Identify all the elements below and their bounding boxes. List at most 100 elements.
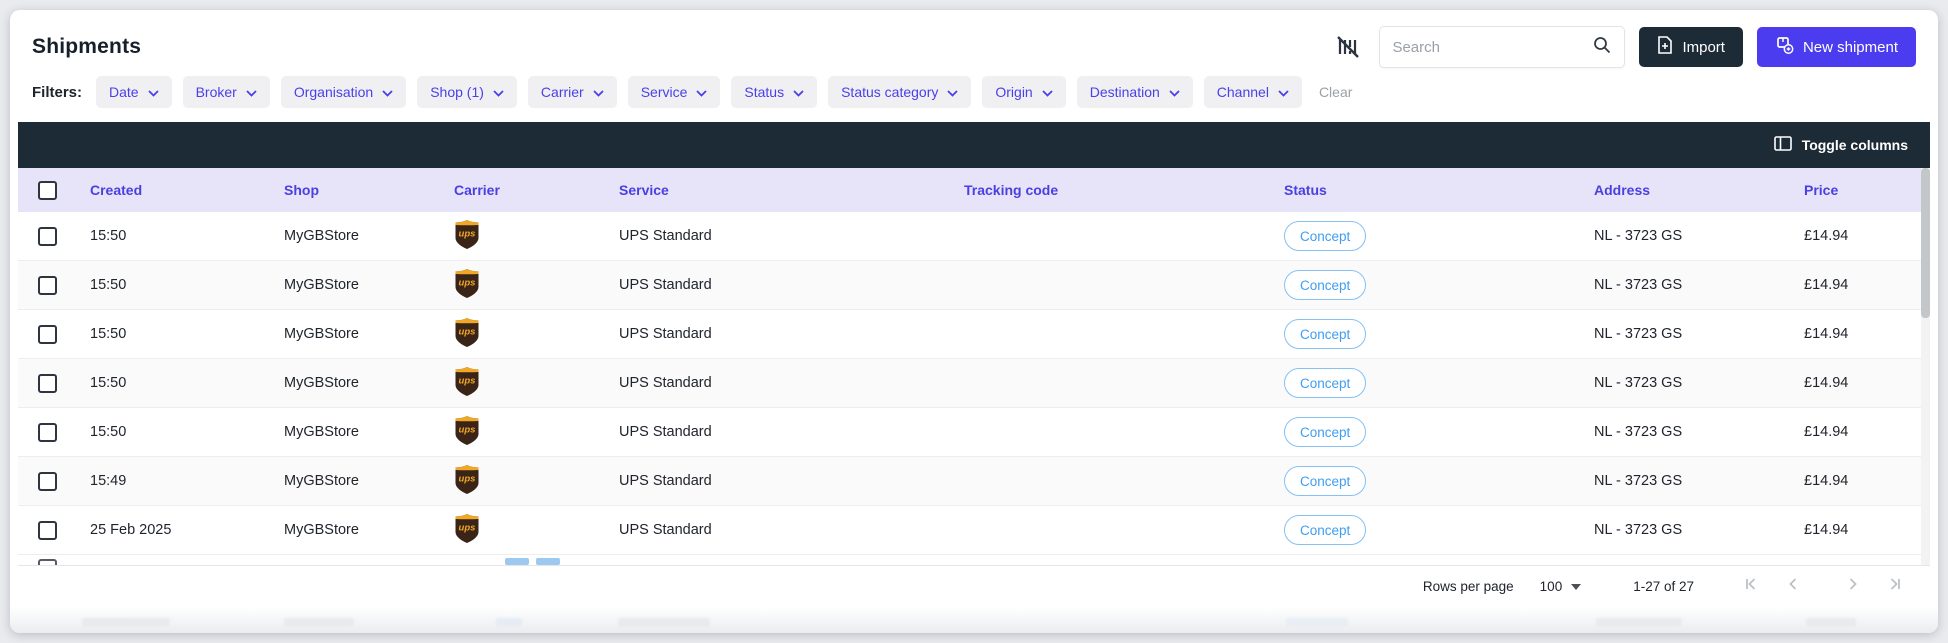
column-header-carrier[interactable]: Carrier	[444, 182, 609, 198]
page-title: Shipments	[32, 35, 141, 59]
cell-carrier: ups	[444, 464, 609, 499]
table-toolbar: Toggle columns	[18, 122, 1930, 168]
filter-pill-service[interactable]: Service	[628, 76, 721, 108]
cell-price: £14.94	[1794, 277, 1930, 293]
filter-pill-organisation[interactable]: Organisation	[281, 76, 406, 108]
select-all-checkbox[interactable]	[38, 181, 57, 200]
status-badge[interactable]: Concept	[1284, 515, 1366, 545]
table-row[interactable]: 15:50 MyGBStore ups UPS Standard Concept	[18, 212, 1930, 261]
svg-text:ups: ups	[459, 522, 476, 533]
filter-pill-date[interactable]: Date	[96, 76, 172, 108]
filter-pill-broker[interactable]: Broker	[183, 76, 270, 108]
filter-pill-status[interactable]: Status	[731, 76, 817, 108]
rows-per-page-select[interactable]: 100	[1540, 579, 1582, 594]
last-page-icon[interactable]	[1886, 575, 1904, 598]
table-row[interactable]: 15:50 MyGBStore ups UPS Standard Concept	[18, 359, 1930, 408]
cell-address: NL - 3723 GS	[1584, 473, 1794, 489]
chevron-down-icon	[246, 84, 257, 100]
filter-pill-destination[interactable]: Destination	[1077, 76, 1193, 108]
cell-price: £14.94	[1794, 424, 1930, 440]
status-badge[interactable]: Concept	[1284, 319, 1366, 349]
cell-shop: MyGBStore	[274, 228, 444, 244]
cell-created: 15:50	[80, 277, 274, 293]
cell-status: Concept	[1274, 368, 1584, 398]
filter-pill-shop-1[interactable]: Shop (1)	[417, 76, 517, 108]
row-checkbox[interactable]	[38, 374, 57, 393]
row-checkbox[interactable]	[38, 227, 57, 246]
filters-bar: Filters: Date Broker	[10, 70, 1938, 122]
ups-logo-icon: ups	[454, 415, 480, 450]
table-row[interactable]: 15:50 MyGBStore ups UPS Standard Concept	[18, 408, 1930, 457]
clear-filters-link[interactable]: Clear	[1319, 84, 1352, 100]
import-file-icon	[1657, 36, 1673, 58]
row-checkbox[interactable]	[38, 472, 57, 491]
table-row-partially-visible[interactable]	[18, 555, 1930, 565]
table-row[interactable]: 25 Feb 2025 MyGBStore ups UPS Standard C…	[18, 506, 1930, 555]
status-badge[interactable]: Concept	[1284, 466, 1366, 496]
filter-pill-carrier[interactable]: Carrier	[528, 76, 617, 108]
cell-carrier: ups	[444, 317, 609, 352]
toggle-columns-label: Toggle columns	[1802, 137, 1908, 153]
column-header-price[interactable]: Price	[1794, 182, 1930, 198]
filter-pill-status-category[interactable]: Status category	[828, 76, 971, 108]
column-header-tracking[interactable]: Tracking code	[954, 182, 1274, 198]
filter-pill-origin[interactable]: Origin	[982, 76, 1065, 108]
table-row[interactable]: 15:50 MyGBStore ups UPS Standard Concept	[18, 310, 1930, 359]
filter-pill-label: Shop (1)	[430, 84, 484, 100]
chevron-down-icon	[493, 84, 504, 100]
ups-logo-icon: ups	[454, 317, 480, 352]
cell-status: Concept	[1274, 270, 1584, 300]
toggle-columns-button[interactable]: Toggle columns	[1774, 136, 1908, 154]
search-input[interactable]	[1392, 39, 1592, 56]
cell-created: 15:49	[80, 473, 274, 489]
column-header-created[interactable]: Created	[80, 182, 274, 198]
ups-logo-icon: ups	[454, 268, 480, 303]
search-icon[interactable]	[1592, 35, 1612, 60]
filter-pill-label: Status	[744, 84, 784, 100]
chevron-down-icon	[1169, 84, 1180, 100]
first-page-icon[interactable]	[1742, 575, 1760, 598]
row-checkbox[interactable]	[38, 521, 57, 540]
shipments-page: Shipments	[10, 10, 1938, 633]
row-checkbox[interactable]	[38, 423, 57, 442]
table-row[interactable]: 15:49 MyGBStore ups UPS Standard Concept	[18, 457, 1930, 506]
barcode-scanner-off-icon[interactable]	[1331, 30, 1365, 64]
column-header-shop[interactable]: Shop	[274, 182, 444, 198]
filter-pill-channel[interactable]: Channel	[1204, 76, 1302, 108]
row-checkbox[interactable]	[38, 325, 57, 344]
columns-icon	[1774, 136, 1792, 154]
column-header-service[interactable]: Service	[609, 182, 954, 198]
previous-page-icon[interactable]	[1784, 575, 1802, 598]
filter-pill-label: Status category	[841, 84, 938, 100]
carrier-logo-icon	[505, 558, 529, 565]
topbar-actions: Import New shipment	[1331, 26, 1916, 68]
vertical-scrollbar[interactable]	[1921, 168, 1930, 565]
column-header-address[interactable]: Address	[1584, 182, 1794, 198]
status-badge[interactable]: Concept	[1284, 221, 1366, 251]
cell-address: NL - 3723 GS	[1584, 375, 1794, 391]
row-checkbox[interactable]	[38, 559, 57, 565]
table-body: 15:50 MyGBStore ups UPS Standard Concept	[18, 212, 1930, 555]
status-badge[interactable]: Concept	[1284, 417, 1366, 447]
column-header-status[interactable]: Status	[1274, 182, 1584, 198]
cell-shop: MyGBStore	[274, 326, 444, 342]
status-badge[interactable]: Concept	[1284, 270, 1366, 300]
status-badge[interactable]: Concept	[1284, 368, 1366, 398]
search-box	[1379, 26, 1625, 68]
pagination-footer: Rows per page 100 1-27 of 27	[18, 565, 1930, 607]
cell-service: UPS Standard	[609, 473, 954, 489]
scrollbar-thumb[interactable]	[1921, 168, 1930, 318]
cell-address: NL - 3723 GS	[1584, 522, 1794, 538]
filter-pill-label: Channel	[1217, 84, 1269, 100]
rows-per-page-value: 100	[1540, 579, 1563, 594]
next-page-icon[interactable]	[1844, 575, 1862, 598]
cell-status: Concept	[1274, 221, 1584, 251]
table-row[interactable]: 15:50 MyGBStore ups UPS Standard Concept	[18, 261, 1930, 310]
cell-created: 15:50	[80, 228, 274, 244]
table-overflow-fade	[10, 607, 1938, 633]
row-checkbox[interactable]	[38, 276, 57, 295]
new-shipment-button[interactable]: New shipment	[1757, 27, 1916, 67]
cell-service: UPS Standard	[609, 326, 954, 342]
shipments-table: Toggle columns Created Shop Carrier Serv…	[18, 122, 1930, 565]
import-button[interactable]: Import	[1639, 27, 1743, 67]
